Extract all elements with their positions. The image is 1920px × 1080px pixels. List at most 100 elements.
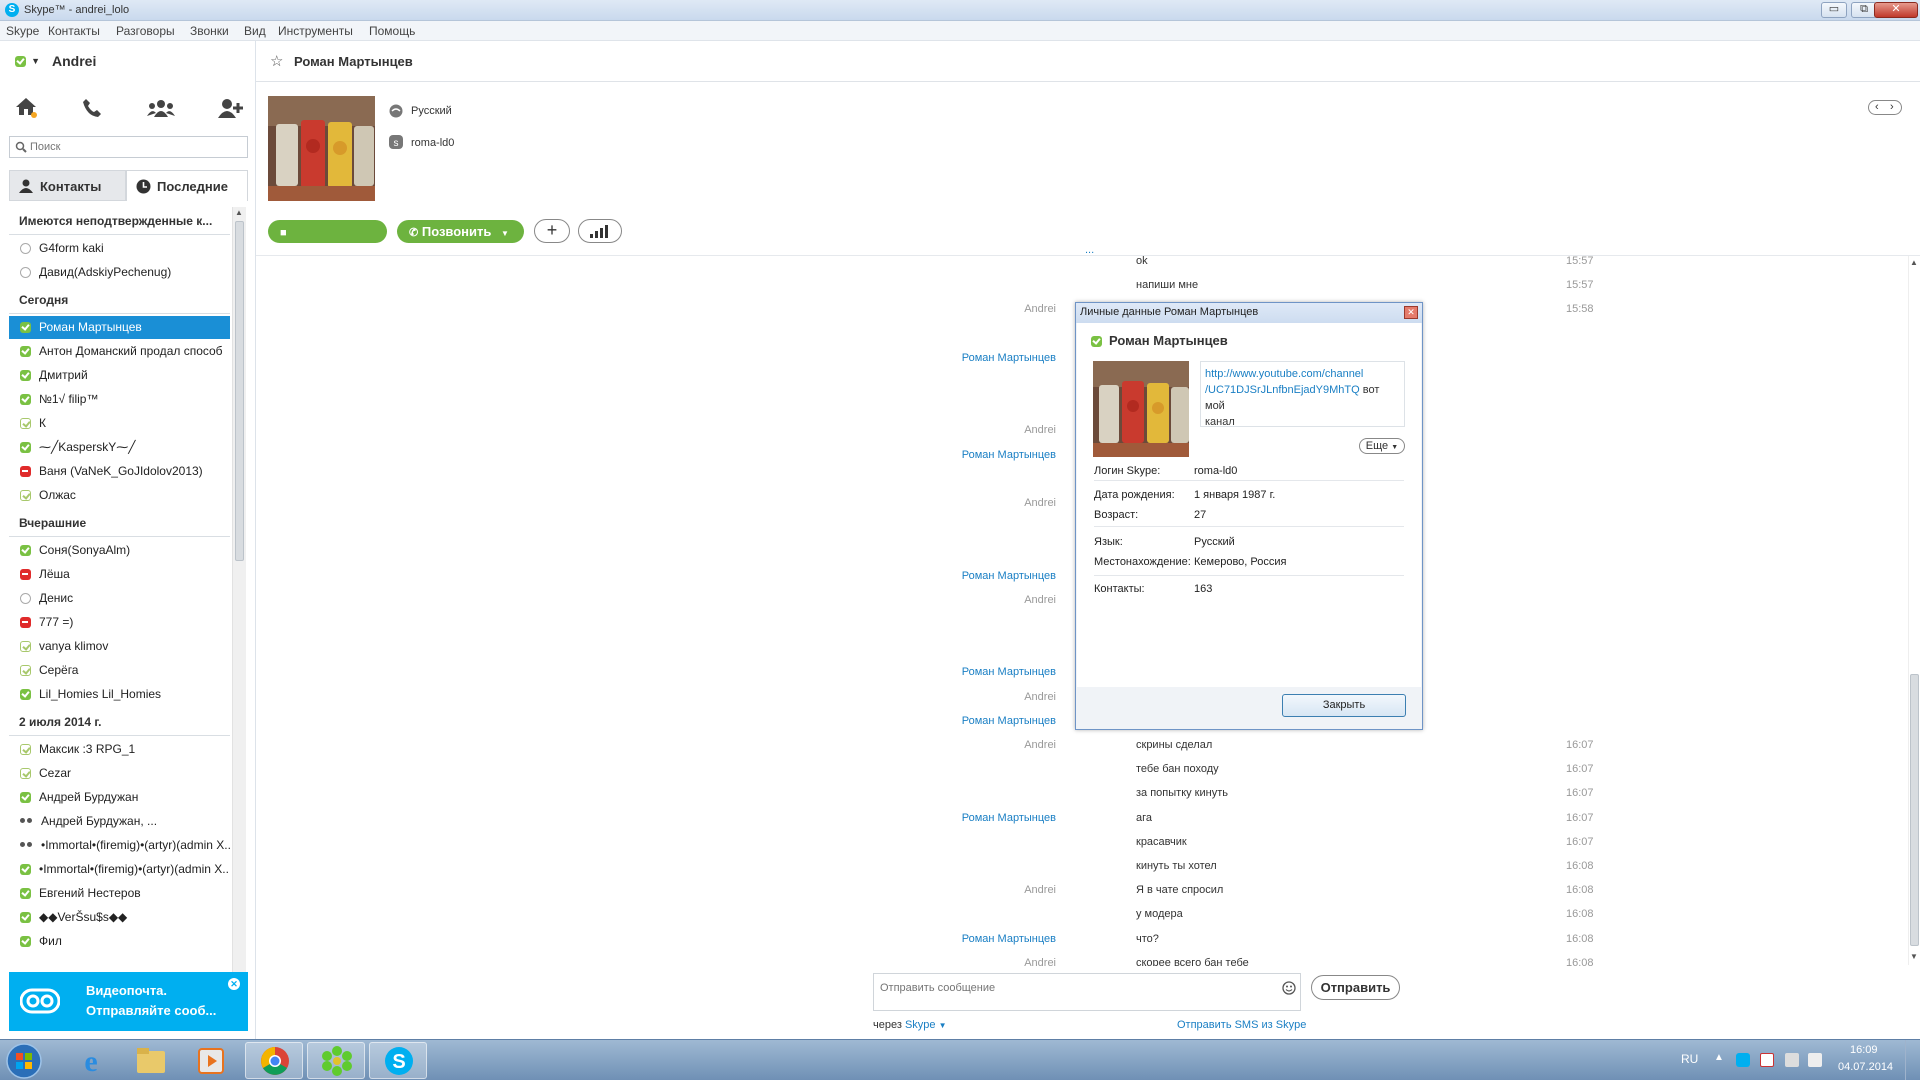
menu-contacts[interactable]: Контакты bbox=[48, 24, 100, 38]
contact-row[interactable]: •Immortal•(firemig)•(artyr)(admin X... bbox=[9, 858, 230, 881]
contact-row[interactable]: Дмитрий bbox=[9, 364, 230, 387]
contact-row[interactable]: К bbox=[9, 412, 230, 435]
contact-row[interactable]: Максик :3 RPG_1 bbox=[9, 738, 230, 761]
favorite-star-icon[interactable]: ☆ bbox=[270, 52, 283, 70]
contact-row[interactable]: vanya klimov bbox=[9, 635, 230, 658]
search-box[interactable] bbox=[9, 136, 248, 158]
menu-conversations[interactable]: Разговоры bbox=[116, 24, 175, 38]
contact-row[interactable]: Андрей Бурдужан, ... bbox=[9, 810, 230, 833]
tray-network-icon[interactable] bbox=[1785, 1053, 1799, 1067]
contact-row[interactable]: ⁓╱KasperskY⁓╱ bbox=[9, 436, 230, 459]
minimize-button[interactable]: ▭ bbox=[1821, 2, 1847, 18]
contact-name: Антон Доманский продал способ bbox=[39, 344, 223, 358]
add-contact-icon[interactable] bbox=[218, 98, 244, 118]
contact-row[interactable]: Cezar bbox=[9, 762, 230, 785]
tray-expand-icon[interactable]: ▲ bbox=[1714, 1052, 1724, 1063]
videomail-promo[interactable]: Видеопочта. Отправляйте сооб... ✕ bbox=[9, 972, 248, 1031]
call-quality-button[interactable] bbox=[578, 219, 622, 243]
via-dropdown-icon[interactable]: ▼ bbox=[939, 1021, 947, 1030]
message-sender[interactable]: Роман Мартынцев bbox=[856, 564, 1056, 588]
contact-row[interactable]: Евгений Нестеров bbox=[9, 882, 230, 905]
tray-skype-icon[interactable] bbox=[1736, 1053, 1750, 1067]
message-input-box[interactable] bbox=[873, 973, 1301, 1011]
menu-help[interactable]: Помощь bbox=[369, 24, 415, 38]
contact-row[interactable]: Соня(SonyaAlm) bbox=[9, 539, 230, 562]
contact-row[interactable]: Антон Доманский продал способ bbox=[9, 340, 230, 363]
send-sms-link[interactable]: Отправить SMS из Skype bbox=[1177, 1019, 1306, 1031]
user-status-menu[interactable]: ▼ bbox=[15, 55, 40, 69]
menu-skype[interactable]: Skype bbox=[6, 24, 39, 38]
tray-volume-icon[interactable] bbox=[1808, 1053, 1822, 1067]
message-sender[interactable]: Роман Мартынцев bbox=[856, 927, 1056, 951]
tray-flag-icon[interactable] bbox=[1760, 1053, 1774, 1067]
tab-recent[interactable]: Последние bbox=[126, 170, 248, 201]
message-sender[interactable]: Роман Мартынцев bbox=[856, 806, 1056, 830]
chat-scroll-down-icon[interactable]: ▼ bbox=[1910, 952, 1918, 961]
call-dropdown-icon[interactable]: ▼ bbox=[501, 229, 509, 238]
next-icon[interactable]: › bbox=[1890, 101, 1894, 113]
menu-calls[interactable]: Звонки bbox=[190, 24, 229, 38]
message-sender[interactable]: Роман Мартынцев bbox=[856, 709, 1056, 733]
contact-row[interactable]: Давид(AdskiyPechenug) bbox=[9, 261, 230, 284]
contact-row[interactable]: Ваня (VaNeK_GoJIdolov2013) bbox=[9, 460, 230, 483]
search-input[interactable] bbox=[30, 139, 240, 155]
video-call-button[interactable]: ■ Видеозвонок bbox=[268, 220, 387, 264]
show-desktop-button[interactable] bbox=[1905, 1040, 1920, 1080]
call-button[interactable]: ✆ Позвонить ▼ bbox=[397, 220, 524, 243]
dialog-close-icon[interactable]: ✕ bbox=[1404, 306, 1418, 319]
taskbar-skype[interactable]: S bbox=[369, 1042, 427, 1079]
message-sender[interactable]: Роман Мартынцев bbox=[856, 346, 1056, 370]
contact-list-scrollbar[interactable]: ▲ ▼ bbox=[232, 207, 246, 1004]
taskbar-icq[interactable] bbox=[307, 1042, 365, 1079]
folder-icon bbox=[137, 1048, 165, 1073]
taskbar-media[interactable] bbox=[182, 1042, 240, 1079]
contact-avatar[interactable] bbox=[268, 96, 375, 201]
group-icon[interactable] bbox=[147, 99, 175, 117]
chat-scrollbar-thumb[interactable] bbox=[1910, 674, 1919, 946]
contact-row[interactable]: 777 =) bbox=[9, 611, 230, 634]
phone-icon[interactable] bbox=[82, 98, 102, 118]
promo-close-icon[interactable]: ✕ bbox=[228, 978, 240, 990]
via-value[interactable]: Skype bbox=[905, 1019, 936, 1031]
scroll-up-icon[interactable]: ▲ bbox=[235, 208, 243, 217]
clock-date[interactable]: 04.07.2014 bbox=[1838, 1061, 1893, 1073]
message-row: Andreiсам напиши15:58 bbox=[256, 297, 1656, 321]
chat-scroll-up-icon[interactable]: ▲ bbox=[1910, 258, 1918, 267]
message-sender[interactable]: Роман Мартынцев bbox=[856, 660, 1056, 684]
contact-row[interactable]: Фил bbox=[9, 930, 230, 953]
message-row: тебе бан походу 16:07 bbox=[256, 757, 1656, 781]
message-sender[interactable]: Роман Мартынцев bbox=[856, 443, 1056, 467]
contact-row[interactable]: Олжас bbox=[9, 484, 230, 507]
clock-time[interactable]: 16:09 bbox=[1850, 1044, 1878, 1056]
add-button[interactable]: + bbox=[534, 219, 570, 243]
contact-row[interactable]: Денис bbox=[9, 587, 230, 610]
language-icon bbox=[389, 104, 403, 118]
menu-view[interactable]: Вид bbox=[244, 24, 266, 38]
close-button[interactable]: ✕ bbox=[1874, 2, 1918, 18]
taskbar-ie[interactable]: e bbox=[62, 1042, 120, 1079]
contact-row[interactable]: Серёга bbox=[9, 659, 230, 682]
home-icon[interactable] bbox=[15, 96, 37, 118]
contact-row[interactable]: Андрей Бурдужан bbox=[9, 786, 230, 809]
emoticon-icon[interactable] bbox=[1282, 981, 1296, 995]
taskbar-explorer[interactable] bbox=[122, 1042, 180, 1079]
dialog-close-button[interactable]: Закрыть bbox=[1282, 694, 1406, 717]
contact-row[interactable]: G4form kaki bbox=[9, 237, 230, 260]
via-selector[interactable]: через Skype ▼ bbox=[873, 1019, 947, 1031]
contact-row[interactable]: Lil_Homies Lil_Homies bbox=[9, 683, 230, 706]
send-button[interactable]: Отправить bbox=[1311, 975, 1400, 1000]
tab-contacts[interactable]: Контакты bbox=[9, 170, 126, 201]
contact-row[interactable]: •Immortal•(firemig)•(artyr)(admin X... bbox=[9, 834, 230, 857]
keyboard-language[interactable]: RU bbox=[1681, 1052, 1698, 1066]
contact-row[interactable]: №1√ filip™ bbox=[9, 388, 230, 411]
message-input[interactable] bbox=[880, 980, 1265, 996]
chat-scrollbar[interactable]: ▲ ▼ bbox=[1908, 256, 1920, 965]
taskbar-chrome[interactable] bbox=[245, 1042, 303, 1079]
prev-icon[interactable]: ‹ bbox=[1875, 101, 1879, 113]
contact-row[interactable]: ◆◆VerŠsu$s◆◆ bbox=[9, 906, 230, 929]
contact-row[interactable]: Роман Мартынцев bbox=[9, 316, 230, 339]
contact-row[interactable]: Лёша bbox=[9, 563, 230, 586]
start-button[interactable] bbox=[3, 1042, 45, 1079]
scrollbar-thumb[interactable] bbox=[235, 221, 244, 561]
menu-tools[interactable]: Инструменты bbox=[278, 24, 353, 38]
